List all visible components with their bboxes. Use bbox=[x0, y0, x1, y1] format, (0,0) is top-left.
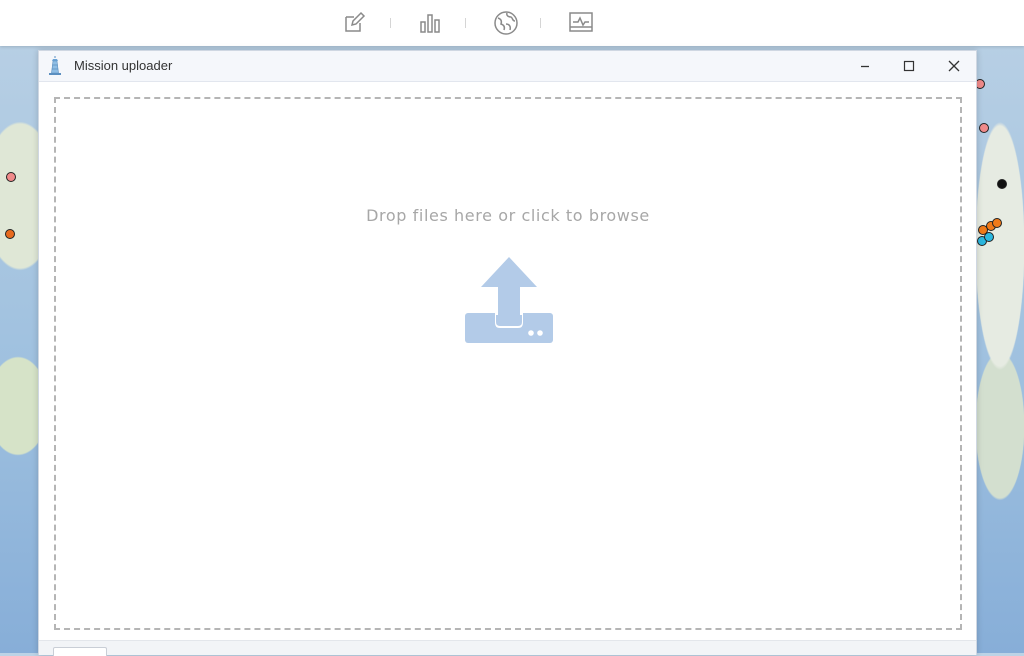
dialog-title: Mission uploader bbox=[74, 58, 173, 73]
mission-uploader-dialog: Mission uploader Drop files here or clic… bbox=[38, 50, 977, 656]
map-marker[interactable] bbox=[979, 123, 989, 133]
lighthouse-icon bbox=[49, 56, 61, 75]
map-marker[interactable] bbox=[5, 229, 15, 239]
toolbar-divider bbox=[390, 18, 391, 28]
close-button[interactable] bbox=[932, 51, 976, 81]
toolbar-divider bbox=[465, 18, 466, 28]
top-toolbar bbox=[0, 0, 1024, 46]
minimize-button[interactable] bbox=[843, 51, 887, 81]
upload-icon bbox=[465, 257, 553, 343]
map-marker[interactable] bbox=[984, 232, 994, 242]
dropzone-instruction: Drop files here or click to browse bbox=[366, 206, 650, 225]
monitor-chart-icon[interactable] bbox=[567, 9, 595, 37]
map-marker[interactable] bbox=[997, 179, 1007, 189]
toolbar-divider bbox=[540, 18, 541, 28]
maximize-button[interactable] bbox=[887, 51, 931, 81]
map-marker[interactable] bbox=[992, 218, 1002, 228]
edit-icon[interactable] bbox=[340, 9, 368, 37]
bar-chart-icon[interactable] bbox=[416, 9, 444, 37]
file-dropzone[interactable]: Drop files here or click to browse bbox=[54, 97, 962, 630]
dialog-titlebar[interactable]: Mission uploader bbox=[39, 51, 976, 82]
footer-button[interactable] bbox=[53, 647, 107, 656]
globe-icon[interactable] bbox=[492, 9, 520, 37]
map-marker[interactable] bbox=[6, 172, 16, 182]
